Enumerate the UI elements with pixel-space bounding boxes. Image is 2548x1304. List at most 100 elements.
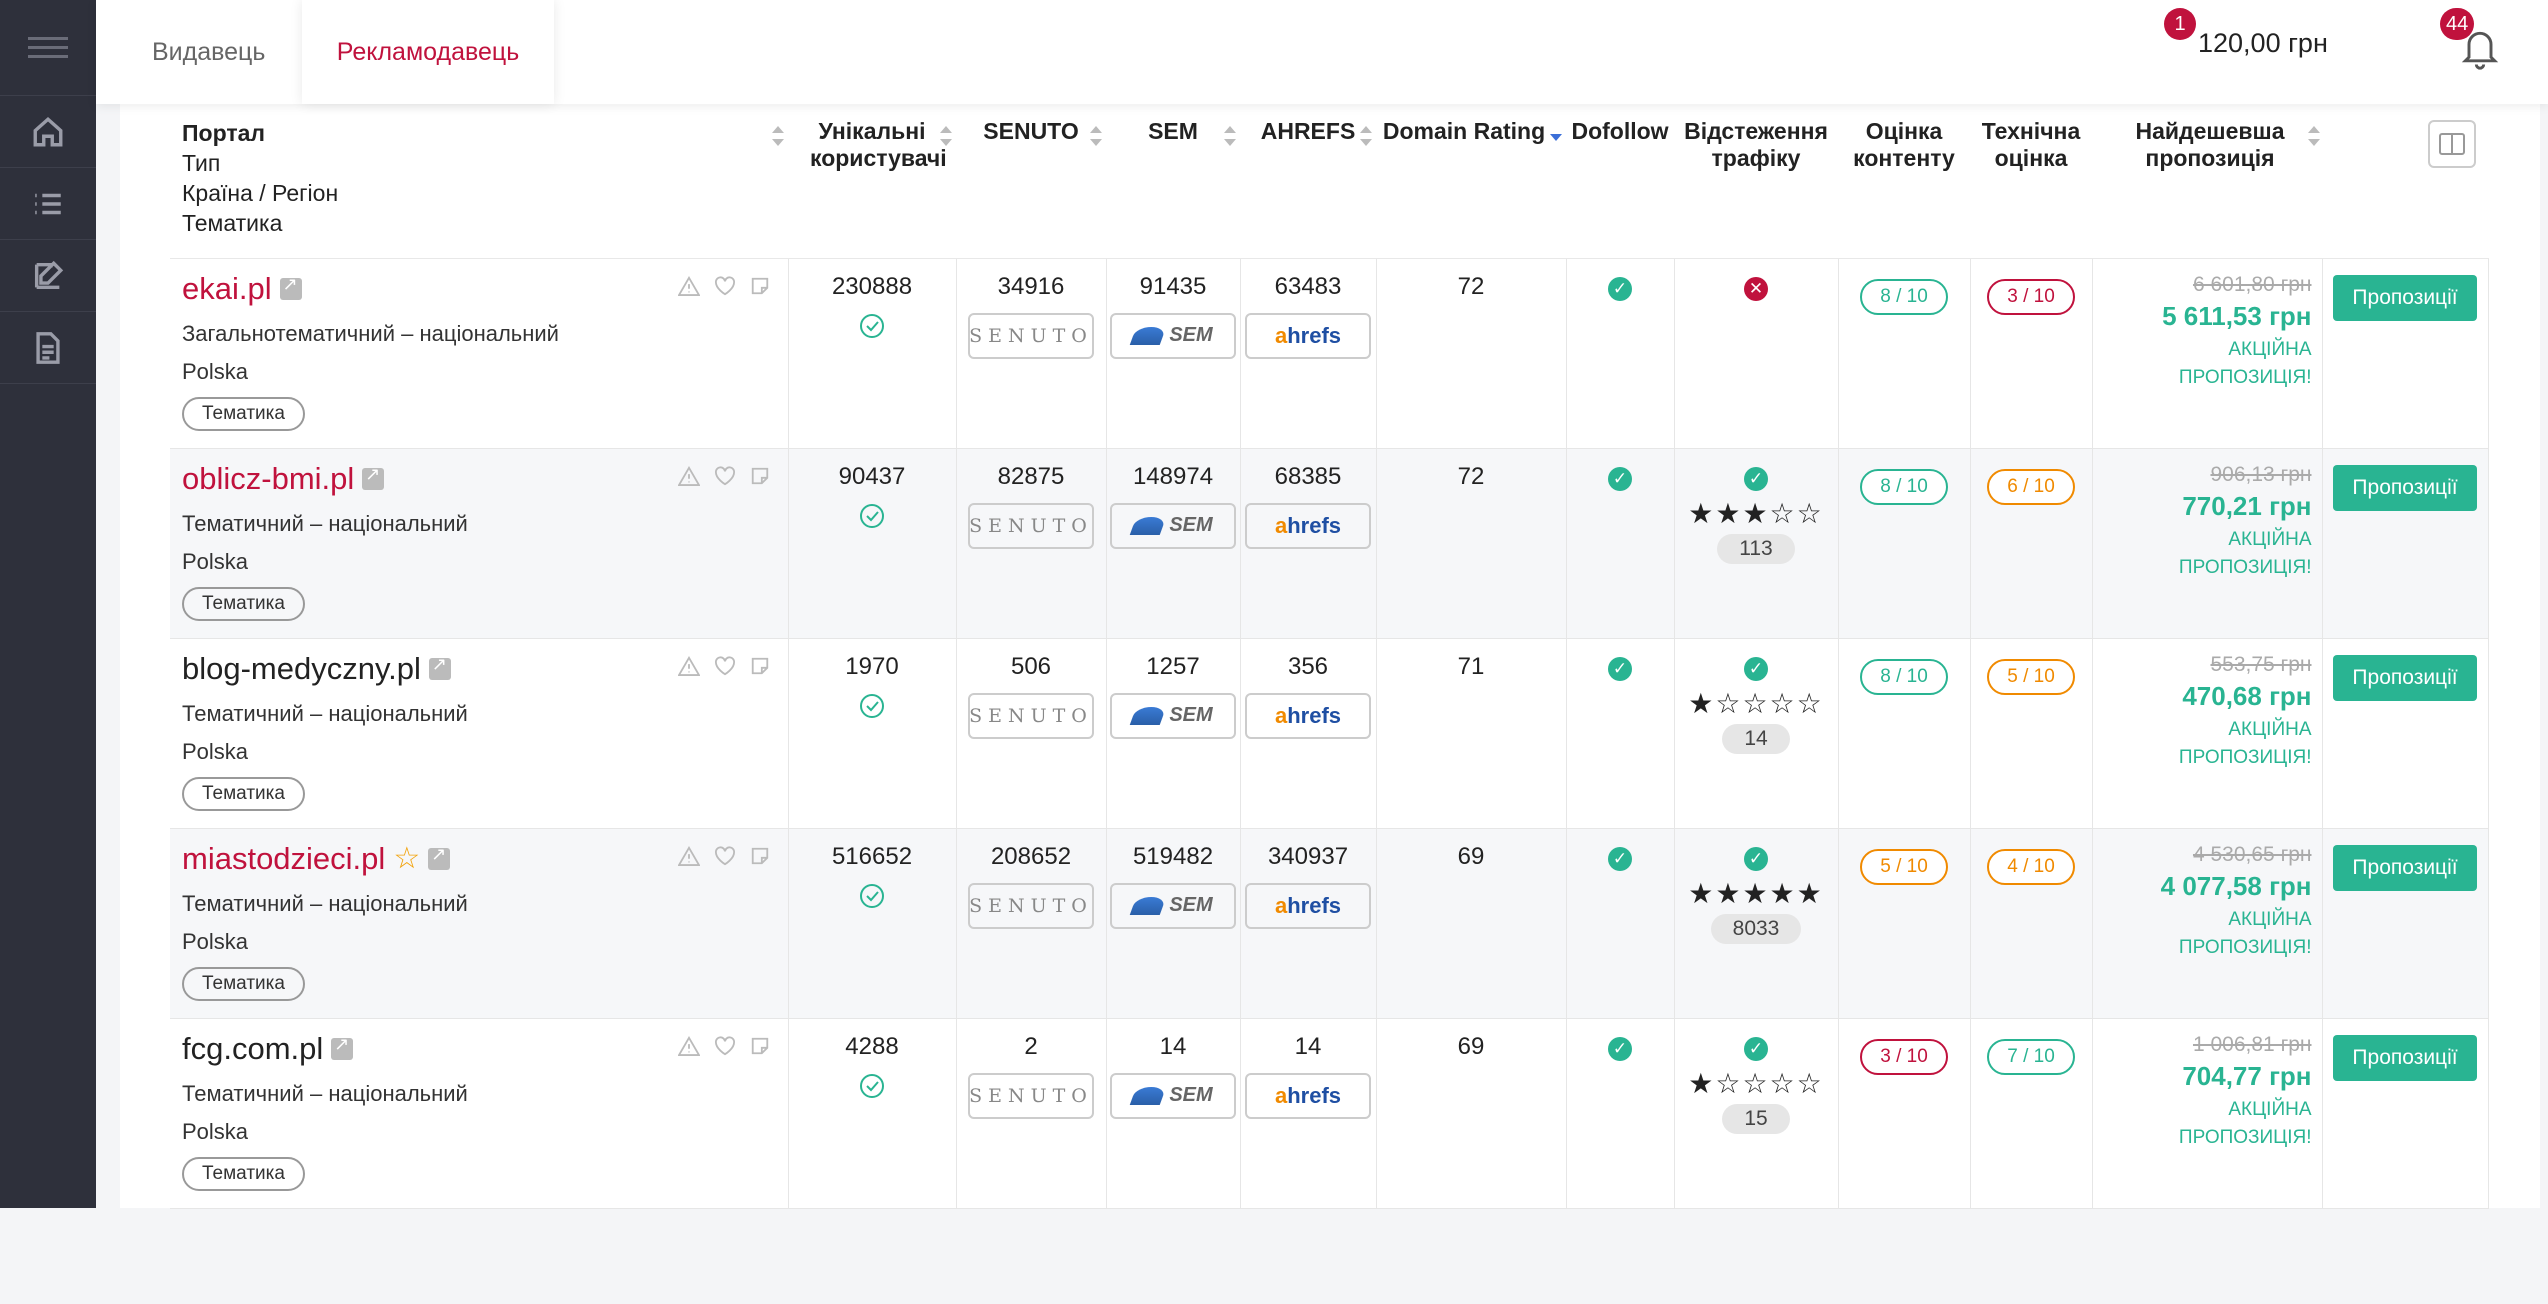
old-price: 6 601,80 грн — [2192, 272, 2312, 296]
sem-logo[interactable]: SEM — [1110, 1072, 1236, 1119]
sort-icon[interactable] — [1360, 126, 1372, 148]
sem-logo[interactable]: SEM — [1110, 692, 1236, 739]
rating-stars: ★★★★★ — [1688, 877, 1824, 909]
senuto-logo-text: SENUTO — [969, 324, 1093, 347]
results-panel: Портал Тип Країна / Регіон Тематика Унік… — [120, 104, 2540, 1209]
ahrefs-cell: 356 a hrefs — [1239, 637, 1377, 829]
sort-icon[interactable] — [1224, 126, 1236, 148]
sem-logo[interactable]: SEM — [1110, 502, 1236, 549]
tab-advertiser[interactable]: Рекламодавець — [302, 0, 554, 104]
sem-logo[interactable]: SEM — [1110, 312, 1236, 359]
report-icon[interactable] — [676, 465, 701, 493]
bell-icon[interactable] — [2458, 24, 2502, 77]
sem-value: 14 — [1159, 1032, 1187, 1060]
sem-logo[interactable]: SEM — [1110, 882, 1236, 929]
site-name: ekai.pl — [182, 270, 272, 306]
sort-desc-icon[interactable] — [1550, 126, 1562, 148]
sem-value: 519482 — [1132, 842, 1214, 870]
senuto-logo[interactable]: SENUTO — [968, 882, 1094, 929]
sort-icon[interactable] — [772, 126, 784, 148]
external-link-icon[interactable] — [428, 844, 451, 870]
sem-cell: 14 SEM — [1105, 1017, 1241, 1209]
header-portal[interactable]: Портал Тип Країна / Регіон Тематика — [170, 104, 788, 259]
note-icon[interactable] — [750, 655, 770, 683]
offers-button[interactable]: Пропозиції — [2333, 274, 2477, 321]
list-icon[interactable] — [0, 168, 96, 240]
ahrefs-value: 356 — [1287, 652, 1329, 680]
topic-tag[interactable]: Тематика — [182, 966, 305, 1001]
offers-button[interactable]: Пропозиції — [2333, 844, 2477, 891]
senuto-logo[interactable]: SENUTO — [968, 502, 1094, 549]
ahrefs-logo-a: a — [1274, 702, 1288, 728]
header-sem[interactable]: SEM — [1106, 104, 1240, 259]
note-icon[interactable] — [750, 465, 770, 493]
external-link-icon[interactable] — [279, 274, 302, 300]
sem-logo-text: SEM — [1169, 514, 1213, 536]
heart-icon[interactable] — [714, 275, 736, 303]
note-icon[interactable] — [750, 275, 770, 303]
header-senuto[interactable]: SENUTO — [956, 104, 1106, 259]
menu-toggle[interactable] — [0, 0, 96, 96]
senuto-cell: 506 SENUTO — [955, 637, 1107, 829]
external-link-icon[interactable] — [428, 654, 451, 680]
offers-button[interactable]: Пропозиції — [2333, 464, 2477, 511]
tech-score-cell: 5 / 10 — [1969, 637, 2093, 829]
senuto-logo[interactable]: SENUTO — [968, 312, 1094, 359]
topic-tag[interactable]: Тематика — [182, 1156, 305, 1191]
heart-icon[interactable] — [714, 845, 736, 873]
note-icon[interactable] — [750, 1035, 770, 1063]
offers-button[interactable]: Пропозиції — [2333, 654, 2477, 701]
report-icon[interactable] — [676, 655, 701, 683]
ahrefs-logo[interactable]: a hrefs — [1245, 312, 1371, 359]
report-icon[interactable] — [676, 1035, 701, 1063]
report-icon[interactable] — [676, 275, 701, 303]
header-domain-rating[interactable]: Domain Rating — [1376, 104, 1566, 259]
sort-icon[interactable] — [2308, 126, 2320, 148]
header-unique-users[interactable]: Унікальні користувачі — [788, 104, 956, 259]
sort-icon[interactable] — [1090, 126, 1102, 148]
tab-publisher[interactable]: Видавець — [96, 0, 321, 104]
old-price: 906,13 грн — [2210, 462, 2312, 486]
site-type: Тематичний – національний — [182, 1080, 468, 1106]
home-icon[interactable] — [0, 96, 96, 168]
dofollow-cell: ✓ — [1565, 827, 1675, 1019]
topic-tag[interactable]: Тематика — [182, 776, 305, 811]
external-link-icon[interactable] — [331, 1034, 354, 1060]
verified-icon — [789, 503, 956, 536]
ahrefs-logo[interactable]: a hrefs — [1245, 692, 1371, 739]
heart-icon[interactable] — [714, 1035, 736, 1063]
note-icon[interactable] — [750, 845, 770, 873]
header-ahrefs[interactable]: AHREFS — [1240, 104, 1376, 259]
ahrefs-cell: 340937 a hrefs — [1239, 827, 1377, 1019]
ahrefs-logo[interactable]: a hrefs — [1245, 882, 1371, 929]
portals-table: Портал Тип Країна / Регіон Тематика Унік… — [170, 104, 2489, 1209]
heart-icon[interactable] — [714, 465, 736, 493]
ahrefs-logo[interactable]: a hrefs — [1245, 1072, 1371, 1119]
balance[interactable]: 120,00 грн — [2198, 28, 2328, 59]
offers-cell: Пропозиції — [2321, 827, 2489, 1019]
report-icon[interactable] — [676, 845, 701, 873]
topic-tag[interactable]: Тематика — [182, 586, 305, 621]
site-type: Загальнотематичний – національний — [182, 320, 559, 346]
columns-icon[interactable] — [2428, 120, 2476, 168]
senuto-logo[interactable]: SENUTO — [968, 1072, 1094, 1119]
senuto-value: 2 — [1024, 1032, 1038, 1060]
topic-tag[interactable]: Тематика — [182, 396, 305, 431]
tech-score-cell: 3 / 10 — [1969, 257, 2093, 449]
document-icon[interactable] — [0, 312, 96, 384]
edit-icon[interactable] — [0, 240, 96, 312]
ahrefs-logo[interactable]: a hrefs — [1245, 502, 1371, 549]
site-type: Тематичний – національний — [182, 510, 468, 536]
sort-icon[interactable] — [940, 126, 952, 148]
content-score-cell: 8 / 10 — [1837, 637, 1971, 829]
header-cheapest-offer[interactable]: Найдешевша пропозиція — [2092, 104, 2322, 259]
favorite-star-icon[interactable]: ☆ — [393, 841, 420, 876]
check-icon: ✓ — [1744, 656, 1768, 681]
header-tech-score-label: Технічна оцінка — [1981, 118, 2081, 171]
external-link-icon[interactable] — [362, 464, 385, 490]
heart-icon[interactable] — [714, 655, 736, 683]
promo-label: АКЦІЙНА ПРОПОЗИЦІЯ! — [2178, 908, 2312, 958]
site-country: Polska — [182, 358, 249, 384]
senuto-logo[interactable]: SENUTO — [968, 692, 1094, 739]
offers-button[interactable]: Пропозиції — [2333, 1034, 2477, 1081]
